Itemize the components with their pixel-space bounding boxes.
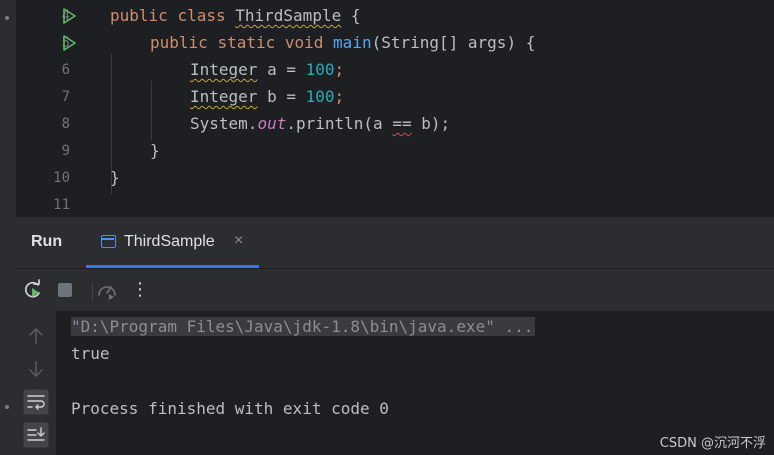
run-gutter-icon[interactable] [62, 35, 76, 51]
line-number: 9 [61, 143, 70, 159]
console-line: true [71, 344, 110, 363]
run-window-title: Run [31, 233, 63, 250]
gutter-row: 7 [16, 83, 106, 110]
tab-thirdsample[interactable]: ThirdSample × [86, 217, 259, 268]
watermark: CSDN @沉河不浮 [659, 436, 766, 451]
close-icon[interactable]: × [234, 232, 243, 250]
left-tool-strip [0, 0, 17, 455]
soft-wrap-icon[interactable] [23, 389, 49, 415]
run-toolbar: ⋮ [16, 269, 774, 311]
console-line: "D:\Program Files\Java\jdk-1.8\bin\java.… [71, 314, 536, 340]
gutter-row: 5 [16, 29, 106, 56]
code-line-8: System.out.println(a == b); [190, 114, 451, 133]
strip-marker [5, 405, 9, 409]
class-name: ThirdSample [235, 6, 342, 25]
gutter-row: 11 [16, 191, 106, 217]
run-tool-window: Run ThirdSample × ⋮ "D:\Program Files\Ja… [16, 217, 774, 455]
console-line: Process finished with exit code 0 [71, 399, 389, 418]
code-line-9: } [150, 141, 160, 160]
gutter-row: 9 [16, 137, 106, 164]
code-line-7: Integer b = 100; [190, 87, 345, 106]
toolbar-separator [92, 282, 93, 302]
line-number: 11 [53, 197, 70, 213]
console-side-toolbar [16, 311, 56, 455]
code-line-10: } [110, 168, 120, 187]
code-line-6: Integer a = 100; [190, 60, 345, 79]
indent-guide [151, 81, 152, 140]
line-number: 8 [61, 116, 70, 132]
profiler-icon[interactable] [95, 278, 119, 302]
strip-marker [5, 16, 9, 20]
gutter-row: 10 [16, 164, 106, 191]
line-number: 6 [61, 62, 70, 78]
gutter-row: 4 [16, 2, 106, 29]
line-number: 7 [61, 89, 70, 105]
stop-icon[interactable] [53, 278, 77, 302]
more-actions-icon[interactable]: ⋮ [128, 277, 152, 301]
line-number: 10 [53, 170, 70, 186]
tab-label: ThirdSample [124, 233, 215, 250]
code-editor[interactable]: 4 public class ThirdSample { 5 public st… [16, 0, 774, 217]
run-header: Run ThirdSample × [16, 217, 774, 268]
scroll-to-end-icon[interactable] [23, 422, 49, 448]
rerun-icon[interactable] [21, 278, 45, 302]
arrow-up-icon[interactable] [23, 323, 49, 349]
code-line-5: public static void main(String[] args) { [150, 33, 536, 52]
run-gutter-icon[interactable] [62, 8, 76, 24]
java-command: "D:\Program Files\Java\jdk-1.8\bin\java.… [71, 317, 536, 336]
gutter-row: 6 [16, 56, 106, 83]
arrow-down-icon[interactable] [23, 356, 49, 382]
gutter-row: 8 [16, 110, 106, 137]
code-line-4: public class ThirdSample { [110, 6, 361, 25]
console-icon [101, 235, 116, 248]
